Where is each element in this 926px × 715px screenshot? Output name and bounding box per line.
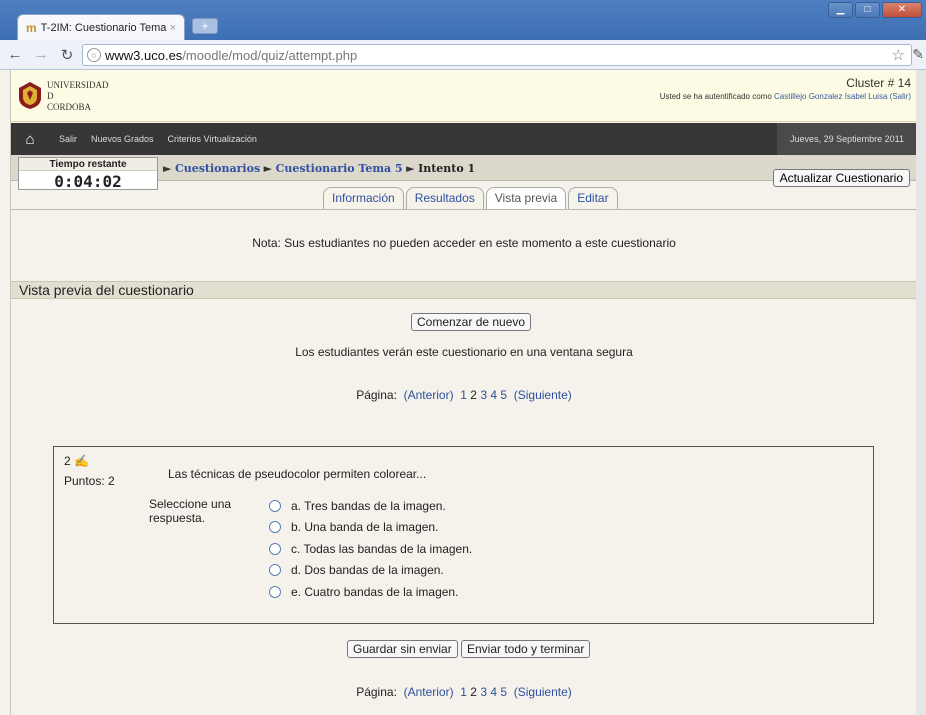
pager-page-1[interactable]: 1	[460, 685, 467, 699]
pager-next-link[interactable]: (Siguiente)	[514, 388, 572, 402]
breadcrumb-arrow-icon: ►	[163, 162, 172, 175]
moodle-favicon-icon: m	[26, 20, 37, 35]
university-logo-icon	[19, 82, 41, 109]
tab-title: T-2IM: Cuestionario Tema 5	[40, 21, 170, 34]
logout-link[interactable]: (Salir)	[890, 92, 911, 101]
tab-vista-previa[interactable]: Vista previa	[485, 187, 567, 209]
tab-informacion[interactable]: Información	[323, 187, 404, 209]
question-points: Puntos: 2	[64, 474, 115, 488]
question-number: 2 ✍	[64, 454, 89, 468]
window-controls: ▁ □ ✕	[828, 2, 922, 18]
update-quiz-button[interactable]: Actualizar Cuestionario	[772, 169, 910, 187]
site-header: UNIVERSIDAD D CORDOBA Cluster # 14 Usted…	[11, 70, 916, 122]
home-icon[interactable]: ⌂	[15, 131, 45, 148]
quiz-tabs: Información Resultados Vista previa Edit…	[323, 187, 620, 209]
browser-toolbar: ← → ↻ ○ www3.uco.es/moodle/mod/quiz/atte…	[0, 40, 926, 70]
answer-option-e[interactable]: e. Cuatro bandas de la imagen.	[269, 581, 472, 603]
restart-button[interactable]: Comenzar de nuevo	[411, 313, 532, 331]
browser-titlebar: m T-2IM: Cuestionario Tema 5 × + ▁ □ ✕	[0, 0, 926, 40]
pager-top: Página: (Anterior) 1 2 3 4 5 (Siguiente)	[356, 388, 572, 402]
pager-prev-link[interactable]: (Anterior)	[404, 685, 454, 699]
answer-options: a. Tres bandas de la imagen. b. Una band…	[269, 495, 472, 603]
question-text: Las técnicas de pseudocolor permiten col…	[168, 467, 427, 481]
pager-page-1[interactable]: 1	[460, 388, 467, 402]
url-path: /moodle/mod/quiz/attempt.php	[182, 47, 358, 63]
top-navbar: ⌂ Salir Nuevos Grados Criterios Virtuali…	[11, 123, 916, 155]
radio-button[interactable]	[269, 585, 281, 598]
url-host: www3.uco.es	[105, 47, 183, 63]
tab-editar[interactable]: Editar	[568, 187, 618, 209]
save-without-submit-button[interactable]: Guardar sin enviar	[347, 640, 458, 658]
tab-resultados[interactable]: Resultados	[405, 187, 484, 209]
edit-question-icon[interactable]: ✍	[74, 454, 89, 468]
breadcrumb-cuestionario-tema5[interactable]: Cuestionario Tema 5	[276, 162, 403, 175]
pager-page-5[interactable]: 5	[500, 388, 507, 402]
breadcrumb-cuestionarios[interactable]: Cuestionarios	[175, 162, 260, 175]
nav-item-salir[interactable]: Salir	[59, 134, 77, 144]
pager-page-5[interactable]: 5	[500, 685, 507, 699]
pager-page-4[interactable]: 4	[490, 685, 497, 699]
pager-page-2-current: 2	[470, 685, 477, 699]
pager-page-3[interactable]: 3	[480, 685, 487, 699]
answer-prompt: Seleccione una respuesta.	[149, 497, 232, 525]
pager-next-link[interactable]: (Siguiente)	[514, 685, 572, 699]
breadcrumb: ► Cuestionarios ► Cuestionario Tema 5 ► …	[163, 162, 475, 175]
time-remaining-box: Tiempo restante 0:04:02	[18, 157, 158, 191]
wrench-icon[interactable]: ✎	[912, 46, 924, 63]
browser-tab[interactable]: m T-2IM: Cuestionario Tema 5 ×	[17, 14, 185, 40]
nav-item-criterios[interactable]: Criterios Virtualización	[168, 134, 257, 144]
pager-page-2-current: 2	[470, 388, 477, 402]
maximize-icon[interactable]: □	[855, 2, 880, 18]
pager-prev-link[interactable]: (Anterior)	[404, 388, 454, 402]
nav-item-nuevos-grados[interactable]: Nuevos Grados	[91, 134, 154, 144]
cluster-label: Cluster # 14	[846, 76, 911, 90]
university-logo-text: UNIVERSIDAD D CORDOBA	[47, 80, 109, 112]
pager-page-4[interactable]: 4	[490, 388, 497, 402]
pager-page-3[interactable]: 3	[480, 388, 487, 402]
radio-button[interactable]	[269, 521, 281, 534]
breadcrumb-arrow-icon: ►	[263, 162, 273, 175]
back-arrow-icon[interactable]: ←	[4, 46, 26, 63]
breadcrumb-current: Intento 1	[418, 162, 476, 175]
pager-bottom: Página: (Anterior) 1 2 3 4 5 (Siguiente)	[356, 685, 572, 699]
radio-button[interactable]	[269, 542, 281, 555]
tab-close-icon[interactable]: ×	[170, 22, 176, 34]
answer-option-c[interactable]: c. Todas las bandas de la imagen.	[269, 538, 472, 560]
section-title: Vista previa del cuestionario	[11, 281, 916, 299]
answer-option-a[interactable]: a. Tres bandas de la imagen.	[269, 495, 472, 517]
radio-button[interactable]	[269, 499, 281, 512]
radio-button[interactable]	[269, 564, 281, 577]
breadcrumb-arrow-icon: ►	[406, 162, 415, 175]
bookmark-star-icon[interactable]: ☆	[892, 46, 905, 64]
answer-option-b[interactable]: b. Una banda de la imagen.	[269, 517, 472, 539]
address-bar[interactable]: ○ www3.uco.es/moodle/mod/quiz/attempt.ph…	[82, 44, 912, 66]
secure-window-note: Los estudiantes verán este cuestionario …	[295, 345, 633, 359]
globe-icon: ○	[87, 48, 101, 62]
auth-info: Usted se ha autentificado como Castillej…	[659, 92, 911, 101]
new-tab-button[interactable]: +	[192, 18, 218, 34]
timer-label: Tiempo restante	[19, 158, 157, 171]
submit-and-finish-button[interactable]: Enviar todo y terminar	[461, 640, 591, 658]
window-close-icon[interactable]: ✕	[882, 2, 922, 18]
reload-icon[interactable]: ↻	[56, 46, 78, 64]
access-note: Nota: Sus estudiantes no pueden acceder …	[252, 236, 676, 250]
current-date: Jueves, 29 Septiembre 2011	[777, 123, 916, 155]
vertical-scrollbar[interactable]	[916, 70, 926, 715]
timer-value: 0:04:02	[54, 172, 122, 191]
question-box: 2 ✍ Puntos: 2 Las técnicas de pseudocolo…	[53, 446, 874, 624]
page-content: UNIVERSIDAD D CORDOBA Cluster # 14 Usted…	[10, 70, 916, 715]
forward-arrow-icon[interactable]: →	[30, 46, 52, 63]
minimize-icon[interactable]: ▁	[828, 2, 853, 18]
user-profile-link[interactable]: Castillejo Gonzalez Isabel Luisa	[774, 92, 887, 101]
answer-option-d[interactable]: d. Dos bandas de la imagen.	[269, 560, 472, 582]
tab-divider	[11, 209, 916, 210]
